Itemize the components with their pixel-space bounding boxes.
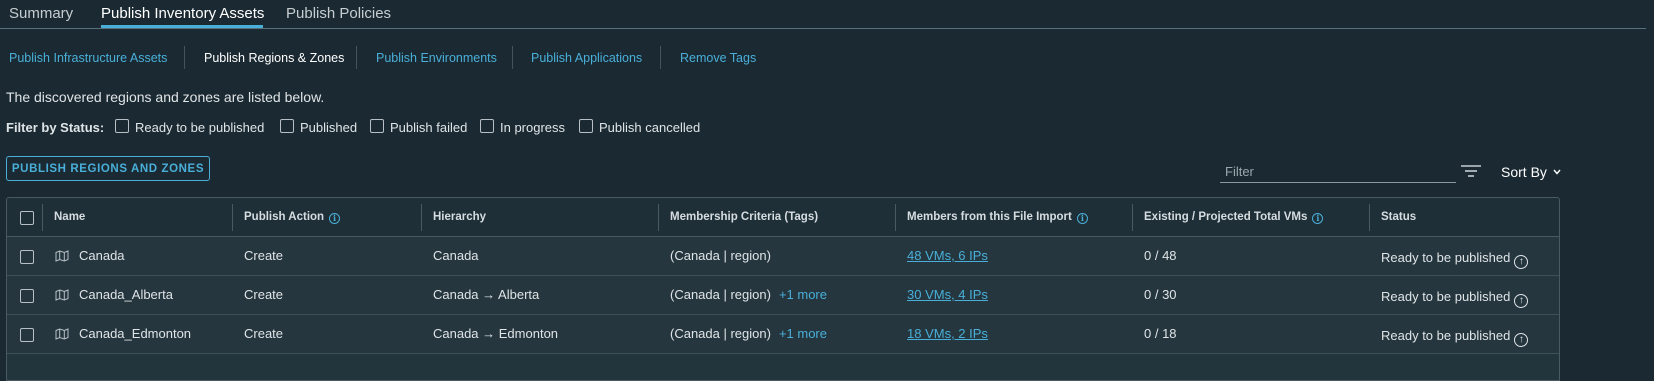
tab-publish-inventory-assets[interactable]: Publish Inventory Assets: [101, 5, 264, 22]
row-membership-criteria: (Canada | region) +1 more: [670, 287, 827, 302]
column-header-hierarchy[interactable]: Hierarchy: [433, 211, 486, 223]
criteria-text: (Canada | region): [670, 248, 771, 263]
sort-by-label: Sort By: [1501, 164, 1547, 180]
checkbox-in-progress[interactable]: [480, 119, 494, 133]
column-header-status[interactable]: Status: [1381, 211, 1416, 223]
row-status: Ready to be published ↑: [1381, 250, 1529, 269]
map-icon: [55, 289, 69, 301]
column-header-publish-action[interactable]: Publish Action i: [244, 211, 341, 224]
column-divider: [421, 204, 422, 231]
status-filter: Filter by Status: Ready to be published …: [6, 119, 1006, 138]
tab-summary[interactable]: Summary: [9, 5, 73, 22]
checkbox-label: Publish failed: [390, 120, 468, 135]
checkbox-label: Publish cancelled: [599, 120, 701, 135]
table-row: Canada_Edmonton Create Canada → Edmonton…: [7, 315, 1559, 354]
column-header-membership-criteria[interactable]: Membership Criteria (Tags): [670, 211, 818, 223]
row-membership-criteria: (Canada | region): [670, 248, 771, 263]
arrow-up-circle-icon: ↑: [1514, 255, 1529, 269]
subtab-publish-infrastructure-assets[interactable]: Publish Infrastructure Assets: [9, 51, 167, 65]
subtab-divider: [660, 46, 661, 69]
row-hierarchy: Canada → Edmonton: [433, 326, 559, 341]
map-icon: [55, 250, 69, 262]
row-total-vms: 0 / 30: [1144, 287, 1177, 302]
column-header-label: Existing / Projected Total VMs: [1144, 211, 1308, 223]
column-header-label: Members from this File Import: [907, 211, 1072, 223]
row-hierarchy: Canada: [433, 248, 479, 263]
column-header-label: Publish Action: [244, 211, 325, 223]
sub-tabs: Publish Infrastructure Assets Publish Re…: [0, 46, 1646, 72]
subtab-divider: [184, 46, 185, 69]
row-members-link[interactable]: 48 VMs, 6 IPs: [907, 248, 988, 263]
info-icon[interactable]: i: [1076, 213, 1088, 224]
checkbox-publish-failed[interactable]: [370, 119, 384, 133]
row-checkbox[interactable]: [20, 250, 34, 264]
row-members-link[interactable]: 18 VMs, 2 IPs: [907, 326, 988, 341]
row-status: Ready to be published ↑: [1381, 289, 1529, 308]
more-tags-link[interactable]: +1 more: [779, 287, 827, 302]
row-name: Canada: [79, 248, 125, 263]
map-icon: [55, 328, 69, 340]
filter-lines-icon[interactable]: [1460, 163, 1482, 179]
row-checkbox[interactable]: [20, 328, 34, 342]
status-text: Ready to be published: [1381, 289, 1511, 304]
sort-by-dropdown[interactable]: Sort By: [1501, 164, 1561, 180]
checkbox-label: Published: [300, 120, 358, 135]
arrow-up-circle-icon: ↑: [1514, 333, 1529, 347]
column-header-existing-projected-total-vms[interactable]: Existing / Projected Total VMs i: [1144, 211, 1324, 224]
active-tab-indicator: [101, 25, 263, 28]
row-publish-action: Create: [244, 326, 284, 341]
subtab-divider: [512, 46, 513, 69]
checkbox-publish-cancelled[interactable]: [579, 119, 593, 133]
column-divider: [42, 204, 43, 231]
checkbox-published[interactable]: [280, 119, 294, 133]
row-publish-action: Create: [244, 248, 284, 263]
main-tabs: Summary Publish Inventory Assets Publish…: [0, 0, 1646, 29]
subtab-publish-regions-zones[interactable]: Publish Regions & Zones: [204, 51, 344, 65]
row-members-link[interactable]: 30 VMs, 4 IPs: [907, 287, 988, 302]
select-all-checkbox[interactable]: [20, 211, 34, 225]
arrow-up-circle-icon: ↑: [1514, 294, 1529, 308]
regions-zones-table: Name Publish Action i Hierarchy Membershi…: [6, 197, 1560, 381]
checkbox-ready-to-be-published[interactable]: [115, 119, 129, 133]
column-divider: [1132, 204, 1133, 231]
table-row: Canada Create Canada (Canada | region) 4…: [7, 237, 1559, 276]
column-header-members-from-file-import[interactable]: Members from this File Import i: [907, 211, 1088, 224]
row-name: Canada_Alberta: [79, 287, 173, 302]
row-checkbox[interactable]: [20, 289, 34, 303]
subtab-remove-tags[interactable]: Remove Tags: [680, 51, 756, 65]
page-description: The discovered regions and zones are lis…: [6, 89, 325, 105]
criteria-text: (Canada | region): [670, 287, 771, 302]
publish-regions-zones-button[interactable]: PUBLISH REGIONS AND ZONES: [6, 156, 210, 181]
tab-publish-policies[interactable]: Publish Policies: [286, 5, 391, 22]
info-icon[interactable]: i: [1312, 213, 1324, 224]
row-status: Ready to be published ↑: [1381, 328, 1529, 347]
subtab-publish-applications[interactable]: Publish Applications: [531, 51, 642, 65]
info-icon[interactable]: i: [329, 213, 341, 224]
row-publish-action: Create: [244, 287, 284, 302]
filter-label: Filter by Status:: [6, 120, 105, 135]
filter-input[interactable]: [1220, 160, 1456, 183]
checkbox-label: In progress: [500, 120, 566, 135]
status-text: Ready to be published: [1381, 250, 1511, 265]
subtab-publish-environments[interactable]: Publish Environments: [376, 51, 497, 65]
criteria-text: (Canada | region): [670, 326, 771, 341]
table-header: Name Publish Action i Hierarchy Membershi…: [7, 198, 1559, 237]
status-text: Ready to be published: [1381, 328, 1511, 343]
column-divider: [895, 204, 896, 231]
column-divider: [1369, 204, 1370, 231]
row-membership-criteria: (Canada | region) +1 more: [670, 326, 827, 341]
row-total-vms: 0 / 48: [1144, 248, 1177, 263]
row-total-vms: 0 / 18: [1144, 326, 1177, 341]
table-row: Canada_Alberta Create Canada → Alberta (…: [7, 276, 1559, 315]
row-hierarchy: Canada → Alberta: [433, 287, 540, 302]
column-divider: [232, 204, 233, 231]
more-tags-link[interactable]: +1 more: [779, 326, 827, 341]
checkbox-label: Ready to be published: [135, 120, 265, 135]
column-header-name[interactable]: Name: [54, 211, 85, 223]
chevron-down-icon: [1553, 169, 1561, 175]
subtab-divider: [356, 46, 357, 69]
row-name: Canada_Edmonton: [79, 326, 192, 341]
column-divider: [658, 204, 659, 231]
